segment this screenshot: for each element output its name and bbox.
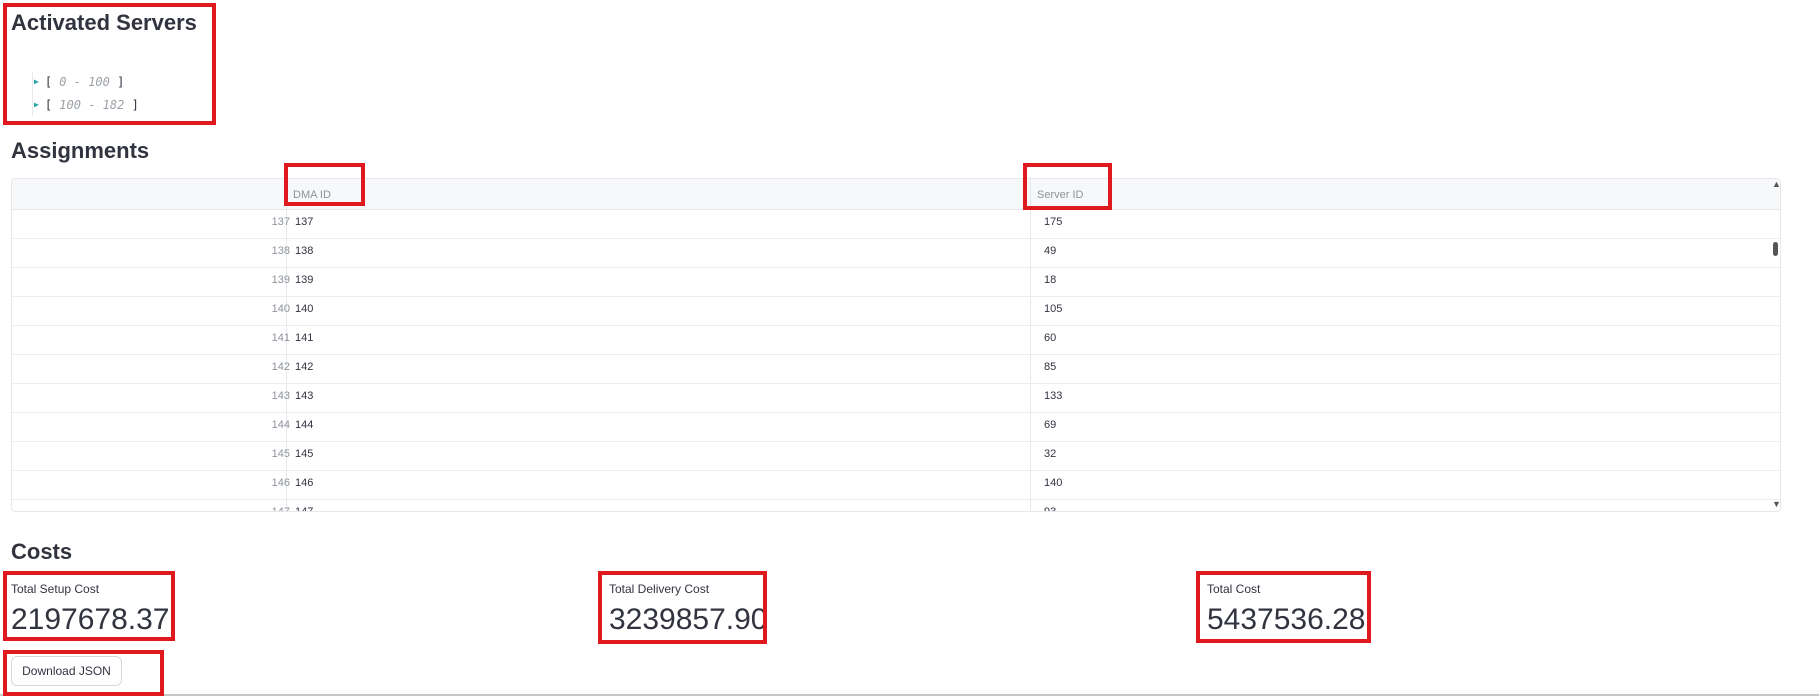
metric-total-delivery-cost: Total Delivery Cost 3239857.90 <box>609 582 768 635</box>
dma-id-cell[interactable]: 147 <box>295 506 313 511</box>
table-scrollbar[interactable]: ▲ ▼ <box>1771 178 1781 512</box>
table-row[interactable]: 146 146 140 <box>12 470 1780 500</box>
dma-id-cell[interactable]: 146 <box>295 477 313 489</box>
server-id-cell[interactable]: 49 <box>1044 245 1056 257</box>
dma-id-cell[interactable]: 143 <box>295 390 313 402</box>
row-index: 145 <box>271 448 290 460</box>
scrollbar-thumb[interactable] <box>1773 242 1778 256</box>
assignments-table[interactable]: DMA ID Server ID 137 137 175 138 138 49 … <box>11 178 1781 512</box>
json-group-1[interactable]: ▶ [ 100 - 182 ] <box>34 99 139 111</box>
table-row[interactable]: 143 143 133 <box>12 383 1780 413</box>
row-index: 146 <box>271 477 290 489</box>
table-row[interactable]: 140 140 105 <box>12 296 1780 326</box>
dma-id-cell[interactable]: 142 <box>295 361 313 373</box>
metric-label: Total Cost <box>1207 582 1261 596</box>
server-id-cell[interactable]: 60 <box>1044 332 1056 344</box>
dma-id-cell[interactable]: 139 <box>295 274 313 286</box>
table-row[interactable]: 141 141 60 <box>12 325 1780 355</box>
column-header-dma-id[interactable]: DMA ID <box>293 189 331 201</box>
row-index: 147 <box>271 506 290 512</box>
table-row[interactable]: 145 145 32 <box>12 441 1780 471</box>
table-row[interactable]: 142 142 85 <box>12 354 1780 384</box>
metric-total-setup-cost: Total Setup Cost 2197678.37 <box>11 582 170 635</box>
row-index: 138 <box>271 245 290 257</box>
server-id-cell[interactable]: 175 <box>1044 216 1062 228</box>
table-row[interactable]: 139 139 18 <box>12 267 1780 297</box>
metric-value: 3239857.90 <box>609 603 768 636</box>
table-row[interactable]: 147 147 93 <box>12 499 1780 512</box>
server-id-cell[interactable]: 105 <box>1044 303 1062 315</box>
assignments-heading: Assignments <box>11 138 150 163</box>
row-index: 140 <box>271 303 290 315</box>
server-id-cell[interactable]: 93 <box>1044 506 1056 511</box>
server-id-cell[interactable]: 18 <box>1044 274 1056 286</box>
triangle-right-icon[interactable]: ▶ <box>34 101 39 109</box>
metric-label: Total Delivery Cost <box>609 582 710 596</box>
json-tree-rail <box>32 72 33 116</box>
metric-label: Total Setup Cost <box>11 582 100 596</box>
row-index: 141 <box>271 332 290 344</box>
table-row[interactable]: 144 144 69 <box>12 412 1780 442</box>
row-index: 144 <box>271 419 290 431</box>
bracket-open: [ <box>44 75 53 89</box>
server-id-cell[interactable]: 32 <box>1044 448 1056 460</box>
bracket-close: ] <box>117 75 125 89</box>
metric-value: 2197678.37 <box>11 603 170 636</box>
table-row[interactable]: 137 137 175 <box>12 209 1780 239</box>
dma-id-cell[interactable]: 141 <box>295 332 313 344</box>
scroll-up-arrow-icon[interactable]: ▲ <box>1772 180 1781 189</box>
row-index: 137 <box>271 216 290 228</box>
table-row[interactable]: 138 138 49 <box>12 238 1780 268</box>
row-index: 143 <box>271 390 290 402</box>
range-label: 100 - 182 <box>59 98 125 112</box>
triangle-right-icon[interactable]: ▶ <box>34 78 39 86</box>
dma-id-cell[interactable]: 138 <box>295 245 313 257</box>
row-index: 139 <box>271 274 290 286</box>
table-header: DMA ID Server ID <box>12 179 1780 210</box>
scroll-down-arrow-icon[interactable]: ▼ <box>1772 500 1781 509</box>
server-id-cell[interactable]: 69 <box>1044 419 1056 431</box>
server-id-cell[interactable]: 140 <box>1044 477 1062 489</box>
server-id-cell[interactable]: 85 <box>1044 361 1056 373</box>
dma-id-cell[interactable]: 137 <box>295 216 313 228</box>
dma-id-cell[interactable]: 145 <box>295 448 313 460</box>
row-index: 142 <box>271 361 290 373</box>
download-json-button[interactable]: Download JSON <box>11 656 122 686</box>
dma-id-cell[interactable]: 140 <box>295 303 313 315</box>
json-group-0[interactable]: ▶ [ 0 - 100 ] <box>34 76 124 88</box>
column-header-server-id[interactable]: Server ID <box>1037 189 1083 201</box>
server-id-cell[interactable]: 133 <box>1044 390 1062 402</box>
dma-id-cell[interactable]: 144 <box>295 419 313 431</box>
activated-servers-heading: Activated Servers <box>11 10 197 35</box>
bracket-close: ] <box>131 98 139 112</box>
metric-total-cost: Total Cost 5437536.28 <box>1207 582 1366 635</box>
bracket-open: [ <box>44 98 53 112</box>
metric-value: 5437536.28 <box>1207 603 1366 636</box>
range-label: 0 - 100 <box>59 75 110 89</box>
costs-heading: Costs <box>11 539 73 564</box>
